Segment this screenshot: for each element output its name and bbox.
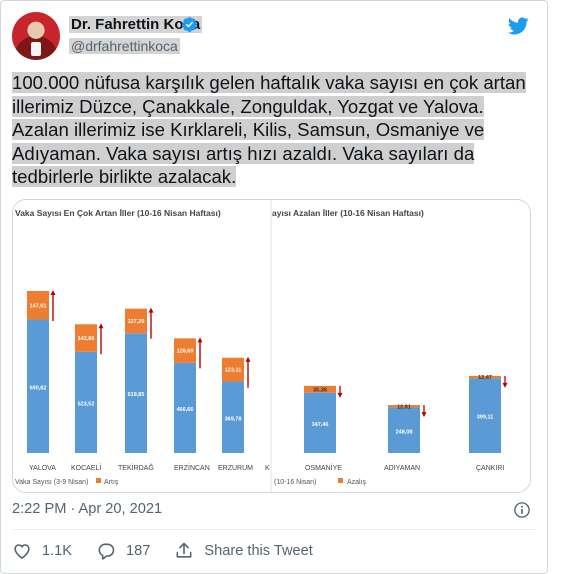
chart-category-label: ERZURUM (218, 465, 253, 472)
author-handle[interactable]: @drfahrettinkoca (69, 38, 180, 54)
trend-up-arrowhead (98, 323, 104, 329)
chart-category-label: KOCAELİ (71, 463, 101, 472)
tweet-line: Azalan illerimiz ise Kırklareli, Kilis, … (12, 119, 485, 141)
trend-up-arrowhead (148, 307, 154, 313)
chart-legend-item: Vaka Sayısı (3-9 Nisan) (15, 479, 88, 486)
chart-data-label: 142,86 (78, 336, 95, 342)
chart-legend-item: (10-16 Nisan) (274, 479, 316, 486)
tweet-actions: 1.1K 187 Share this Tweet (12, 540, 337, 562)
charts-image: Vaka Sayısı En Çok Artan İller (10-16 Ni… (15, 200, 508, 492)
tweet-timestamp[interactable]: 2:22 PM · Apr 20, 2021 (12, 501, 162, 517)
chart-data-label: 690,82 (30, 385, 47, 391)
chart-category-label: YALOVA (29, 465, 56, 472)
share-button[interactable]: Share this Tweet (174, 541, 313, 561)
chart-category-label: OSMANİYE (305, 463, 342, 472)
chart-title: Vaka Sayısı En Çok Artan İller (10-16 Ni… (15, 208, 221, 218)
twitter-bird-icon[interactable] (505, 15, 531, 37)
verified-badge-icon (182, 17, 197, 32)
chart-data-label: 466,66 (177, 407, 194, 413)
chart-data-label: 347,46 (312, 422, 329, 428)
trend-down-arrowhead (421, 412, 427, 418)
chart-data-label: 126,69 (177, 349, 194, 355)
chart-data-label: 523,52 (78, 401, 95, 407)
chart-category-label: K (265, 465, 270, 472)
like-count: 1.1K (42, 543, 73, 559)
divider (12, 529, 535, 530)
trend-up-arrowhead (50, 290, 56, 295)
tweet-media-image[interactable]: Vaka Sayısı En Çok Artan İller (10-16 Ni… (12, 199, 531, 493)
chart-category-label: TEKİRDAĞ (118, 463, 154, 472)
chart-category-label: ADIYAMAN (384, 465, 420, 472)
share-icon (176, 542, 192, 558)
tweet-line: illerimiz Düzce, Çanakkale, Zonguldak, Y… (12, 95, 484, 117)
reply-icon (98, 543, 115, 560)
chart-legend-item: Artış (104, 479, 119, 486)
chart-data-label: 123,11 (225, 368, 242, 374)
trend-up-arrowhead (197, 337, 203, 343)
chart-data-label: 147,61 (30, 303, 47, 309)
chart-category-label: ERZİNCAN (174, 463, 210, 472)
reply-button[interactable]: 187 (96, 541, 150, 561)
reply-count: 187 (126, 543, 151, 559)
tweet-line: Adıyaman. Vaka sayısı artış hızı azaldı.… (12, 142, 475, 164)
tweet-card: Dr. Fahrettin Koca @drfahrettinkoca 100.… (0, 0, 548, 574)
heart-icon (14, 544, 30, 559)
share-label: Share this Tweet (204, 543, 313, 559)
chart-category-label: ÇANKIRI (476, 465, 504, 472)
author-avatar[interactable] (12, 12, 60, 60)
chart-data-label: 35,36 (313, 387, 327, 393)
chart-data-label: 12,81 (397, 404, 411, 410)
chart-legend-swatch (96, 478, 101, 483)
chart-data-label: 12,47 (478, 375, 492, 381)
info-icon[interactable] (513, 501, 531, 519)
trend-down-arrowhead (502, 382, 508, 388)
trend-down-arrowhead (337, 392, 343, 398)
chart-data-label: 399,11 (477, 415, 494, 421)
tweet-line: tedbirlerle birlikte azalacak. (12, 166, 237, 188)
tweet-text: 100.000 nüfusa karşılık gelen haftalık v… (12, 71, 542, 189)
chart-data-label: 127,20 (128, 319, 145, 325)
chart-data-label: 369,78 (225, 416, 242, 422)
like-button[interactable]: 1.1K (12, 541, 72, 561)
chart-data-label: 619,85 (128, 392, 145, 398)
trend-up-arrowhead (245, 356, 251, 362)
chart-legend-item: Azalış (347, 479, 367, 486)
chart-data-label: 248,08 (396, 429, 413, 435)
tweet-line: 100.000 nüfusa karşılık gelen haftalık v… (12, 72, 526, 93)
chart-title: ayısı Azalan İller (10-16 Nisan Haftası) (272, 208, 424, 218)
chart-legend-swatch (338, 478, 343, 483)
